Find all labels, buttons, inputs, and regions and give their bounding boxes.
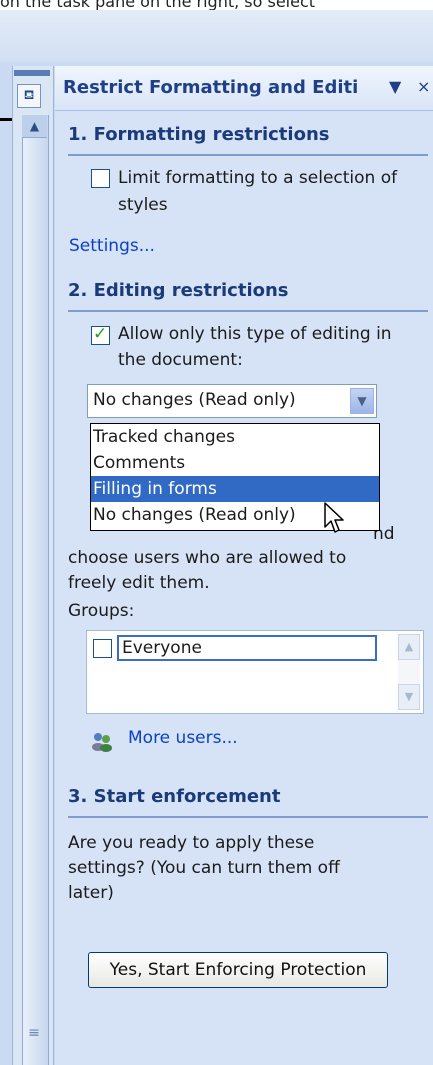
chevron-down-icon[interactable]: ▼ — [398, 684, 420, 710]
exceptions-text-2: choose users who are allowed to — [68, 548, 347, 568]
document-edge — [0, 118, 12, 121]
allow-editing-checkbox[interactable] — [91, 324, 110, 345]
section-heading-formatting: 1. Formatting restrictions — [68, 124, 428, 156]
more-users-link[interactable]: More users... — [128, 728, 238, 748]
users-icon — [92, 733, 112, 752]
restrict-editing-icon[interactable]: ⛾ — [17, 84, 41, 108]
vertical-scrollbar[interactable] — [22, 115, 49, 1065]
pane-menu-icon[interactable]: ▼ — [389, 77, 401, 96]
group-everyone-checkbox[interactable] — [93, 639, 112, 658]
dropdown-option-tracked-changes[interactable]: Tracked changes — [91, 424, 379, 450]
editing-type-value: No changes (Read only) — [93, 390, 296, 410]
dropdown-option-comments[interactable]: Comments — [91, 450, 379, 476]
mouse-pointer-icon — [324, 502, 344, 533]
document-top-text: on the task pane on the right, so select — [0, 0, 316, 10]
scroll-track — [398, 660, 420, 684]
allow-editing-label-2: the document: — [118, 350, 243, 370]
task-pane-header: Restrict Formatting and Editi ▼ × — [55, 66, 433, 111]
group-everyone-name[interactable]: Everyone — [117, 635, 377, 661]
enforcement-text-1: Are you ready to apply these — [68, 833, 315, 853]
dropdown-option-filling-in-forms[interactable]: Filling in forms — [91, 476, 379, 502]
section-heading-editing: 2. Editing restrictions — [68, 280, 428, 312]
task-pane-title: Restrict Formatting and Editi — [63, 77, 359, 98]
editing-type-select[interactable]: No changes (Read only) ▼ — [87, 384, 377, 418]
task-pane: Restrict Formatting and Editi ▼ × 1. For… — [55, 66, 433, 1065]
enforcement-text-3: later) — [68, 883, 114, 903]
scroll-up-icon[interactable]: ▲ — [22, 115, 47, 138]
allow-editing-label: Allow only this type of editing in — [118, 324, 392, 344]
limit-formatting-label-2: styles — [118, 195, 168, 215]
groups-scrollbar[interactable]: ▲ ▼ — [398, 634, 420, 710]
enforcement-text-2: settings? (You can turn them off — [68, 858, 340, 878]
exceptions-text-3: freely edit them. — [68, 573, 210, 593]
scroll-grip-icon[interactable]: ≡ — [24, 1026, 44, 1040]
gutter-top-bar — [14, 70, 50, 76]
limit-formatting-label: Limit formatting to a selection of — [118, 168, 398, 188]
chevron-down-icon[interactable]: ▼ — [350, 388, 374, 414]
groups-list: Everyone ▲ ▼ — [86, 630, 424, 714]
start-enforcing-button[interactable]: Yes, Start Enforcing Protection — [88, 952, 388, 988]
section-heading-enforcement: 3. Start enforcement — [68, 786, 428, 818]
chevron-up-icon[interactable]: ▲ — [398, 634, 420, 660]
groups-label: Groups: — [68, 601, 135, 621]
close-icon[interactable]: × — [417, 77, 430, 96]
ribbon-band — [0, 10, 433, 62]
limit-formatting-checkbox[interactable] — [91, 169, 110, 188]
settings-link[interactable]: Settings... — [69, 236, 155, 256]
